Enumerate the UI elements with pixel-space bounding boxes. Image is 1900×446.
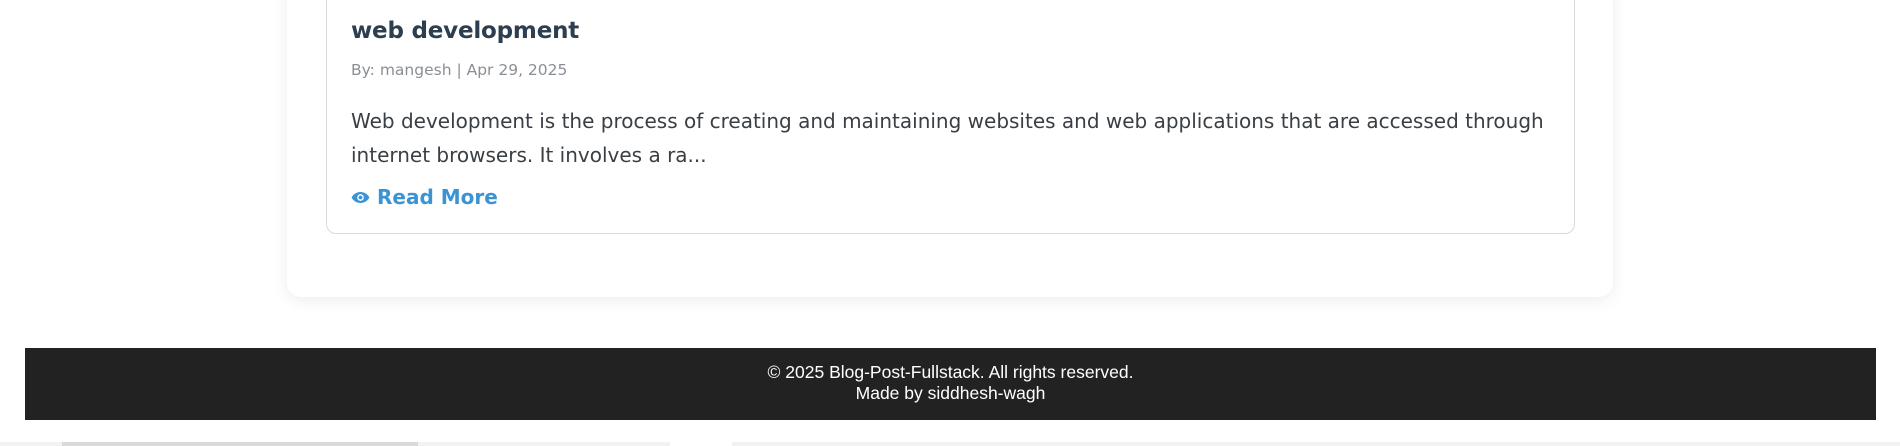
post-meta: By: mangesh | Apr 29, 2025 (351, 61, 568, 79)
bottom-scroll-strip (0, 442, 1900, 446)
post-title[interactable]: web development (351, 18, 579, 44)
read-more-label: Read More (377, 185, 498, 209)
footer-credit: Made by siddhesh-wagh (855, 383, 1046, 403)
footer-copyright: © 2025 Blog-Post-Fullstack. All rights r… (767, 362, 1134, 382)
post-excerpt: Web development is the process of creati… (351, 109, 1544, 167)
site-footer: © 2025 Blog-Post-Fullstack. All rights r… (25, 348, 1876, 420)
read-more-link[interactable]: Read More (351, 185, 498, 209)
eye-icon (351, 191, 370, 203)
page: web development By: mangesh | Apr 29, 20… (0, 0, 1900, 446)
